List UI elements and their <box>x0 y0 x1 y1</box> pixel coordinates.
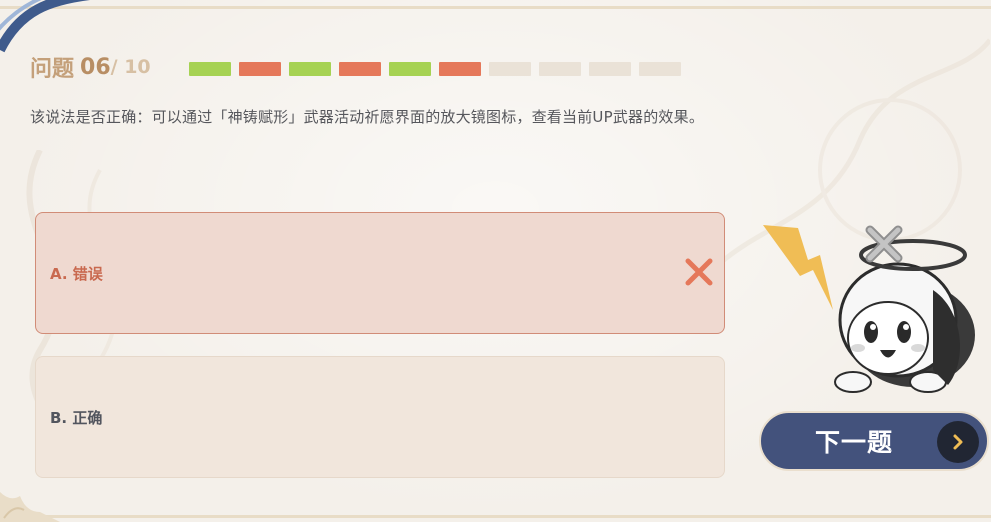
progress-segment-pending <box>489 62 531 76</box>
option-a-label: A. 错误 <box>50 264 103 283</box>
quiz-panel: 问题 06 / 10 该说法是否正确：可以通过「神铸赋形」武器活动祈愿界面的放大… <box>0 0 991 522</box>
progress-segment-correct <box>389 62 431 76</box>
progress-segment-pending <box>539 62 581 76</box>
progress-segment-pending <box>589 62 631 76</box>
next-question-button[interactable]: 下一题 <box>759 411 989 471</box>
panel-bottom-border <box>0 515 991 518</box>
progress-segment-correct <box>289 62 331 76</box>
corner-ornament-icon <box>0 492 60 522</box>
option-b-label: B. 正确 <box>50 408 103 427</box>
progress-segment-wrong <box>439 62 481 76</box>
next-question-label: 下一题 <box>815 428 894 457</box>
question-label: 问题 <box>30 57 75 82</box>
paimon-mascot-icon <box>763 225 975 393</box>
answer-option-a[interactable]: A. 错误 <box>35 212 725 334</box>
chevron-right-icon <box>937 421 979 463</box>
progress-segment-pending <box>639 62 681 76</box>
question-total: / 10 <box>110 56 151 78</box>
cross-icon <box>685 258 713 286</box>
question-counter: 问题 06 / 10 <box>30 52 151 83</box>
question-number: 06 <box>80 54 111 80</box>
question-text: 该说法是否正确：可以通过「神铸赋形」武器活动祈愿界面的放大镜图标，查看当前UP武… <box>30 108 705 126</box>
answer-option-b[interactable]: B. 正确 <box>35 356 725 478</box>
progress-segment-wrong <box>239 62 281 76</box>
progress-bar <box>189 62 681 76</box>
progress-segment-correct <box>189 62 231 76</box>
panel-top-border <box>0 6 991 9</box>
progress-segment-wrong <box>339 62 381 76</box>
